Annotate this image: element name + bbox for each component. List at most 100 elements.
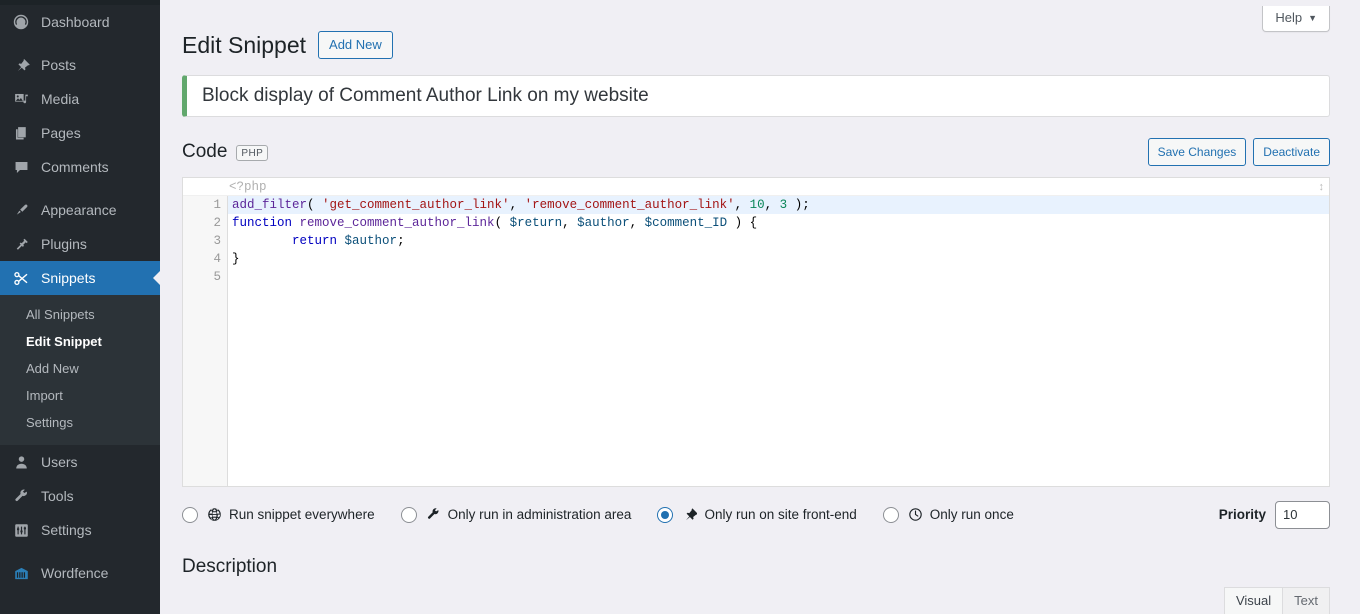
sidebar-item-label: Comments [41, 159, 109, 175]
submenu-item-all-snippets[interactable]: All Snippets [0, 301, 160, 328]
scope-options-row: Run snippet everywhere Only run in admin… [182, 500, 1330, 530]
sidebar-item-comments[interactable]: Comments [0, 150, 160, 184]
help-label: Help [1275, 10, 1303, 25]
sidebar-menu: Dashboard Posts Media Pages Comments App… [0, 0, 160, 590]
priority-label: Priority [1218, 507, 1266, 523]
priority-field-group: Priority [1218, 500, 1330, 529]
sidebar-item-users[interactable]: Users [0, 445, 160, 479]
code-editor[interactable]: <?php ↕ 1 2 3 4 5 add_filter( 'get_comme… [182, 176, 1330, 487]
description-editor-tabs: Visual Text [1223, 587, 1330, 614]
media-icon [11, 89, 31, 109]
scope-label: Only run on site front-end [704, 507, 857, 523]
save-changes-button[interactable]: Save Changes [1147, 137, 1247, 166]
line-number: 1 [213, 197, 221, 212]
help-button[interactable]: Help ▼ [1262, 6, 1330, 32]
sidebar-item-settings[interactable]: Settings [0, 513, 160, 547]
dashboard-icon [11, 12, 31, 32]
scope-option-frontend[interactable]: Only run on site front-end [657, 506, 857, 523]
code-label: Code [182, 141, 228, 163]
submenu-item-add-new[interactable]: Add New [0, 355, 160, 382]
settings-icon [11, 520, 31, 540]
sidebar-item-label: Posts [41, 57, 77, 73]
sidebar-item-label: Media [41, 91, 80, 107]
sidebar-item-label: Tools [41, 488, 74, 504]
code-line: return $author; [292, 233, 405, 248]
pages-icon [11, 123, 31, 143]
description-label: Description [182, 555, 278, 577]
snippet-title-input[interactable] [182, 74, 1330, 117]
sidebar-item-posts[interactable]: Posts [0, 48, 160, 82]
main-content: Help ▼ Edit Snippet Add New Code PHP Sav… [160, 0, 1360, 614]
submenu-item-edit-snippet[interactable]: Edit Snippet [0, 328, 160, 355]
php-open-tag: <?php [183, 178, 1329, 196]
line-number: 3 [213, 233, 221, 248]
tab-text[interactable]: Text [1282, 587, 1330, 614]
scope-label: Only run once [929, 507, 1014, 523]
line-number: 4 [213, 251, 221, 266]
brush-icon [11, 200, 31, 220]
code-text-area[interactable]: add_filter( 'get_comment_author_link', '… [228, 195, 1329, 486]
scope-label: Run snippet everywhere [229, 507, 375, 523]
help-tab-container: Help ▼ [1262, 6, 1330, 32]
snippet-title-field-wrap [182, 74, 1330, 117]
sidebar-item-label: Settings [41, 522, 92, 538]
sidebar-item-label: Appearance [41, 202, 117, 218]
sidebar-item-pages[interactable]: Pages [0, 116, 160, 150]
code-line: add_filter( 'get_comment_author_link', '… [228, 195, 1329, 214]
language-badge: PHP [236, 144, 269, 161]
add-new-button[interactable]: Add New [318, 31, 393, 60]
plug-icon [11, 234, 31, 254]
sidebar-item-label: Dashboard [41, 14, 110, 30]
comments-icon [11, 157, 31, 177]
code-line: function remove_comment_author_link( $re… [232, 215, 758, 230]
code-actions: Save Changes Deactivate [1147, 137, 1330, 166]
line-number: 5 [213, 269, 221, 284]
admin-page: Dashboard Posts Media Pages Comments App… [0, 0, 1360, 614]
page-header: Edit Snippet Add New [182, 0, 1330, 65]
pin-icon [11, 55, 31, 75]
page-title: Edit Snippet [182, 32, 307, 58]
sidebar-item-tools[interactable]: Tools [0, 479, 160, 513]
clock-icon [908, 507, 923, 522]
wrench-icon [426, 507, 441, 522]
radio-once[interactable] [882, 506, 899, 523]
code-section-header: Code PHP Save Changes Deactivate [182, 137, 1330, 167]
users-icon [11, 452, 31, 472]
radio-admin[interactable] [400, 506, 417, 523]
scope-option-everywhere[interactable]: Run snippet everywhere [182, 506, 375, 523]
priority-input[interactable] [1275, 500, 1330, 529]
sidebar-item-wordfence[interactable]: Wordfence [0, 556, 160, 590]
scope-label: Only run in administration area [447, 507, 632, 523]
sidebar-separator [0, 39, 160, 48]
wordfence-icon [11, 563, 31, 583]
sidebar-item-appearance[interactable]: Appearance [0, 193, 160, 227]
globe-icon [207, 507, 222, 522]
sidebar-item-label: Pages [41, 125, 81, 141]
submenu-item-settings[interactable]: Settings [0, 409, 160, 436]
sidebar-item-label: Users [41, 454, 78, 470]
tab-visual[interactable]: Visual [1223, 587, 1284, 614]
sidebar-separator [0, 184, 160, 193]
snippets-submenu: All Snippets Edit Snippet Add New Import… [0, 295, 160, 445]
sidebar-item-label: Wordfence [41, 565, 109, 581]
code-line: } [232, 251, 240, 266]
wrench-icon [11, 486, 31, 506]
sidebar-item-dashboard[interactable]: Dashboard [0, 5, 160, 39]
sidebar-item-media[interactable]: Media [0, 82, 160, 116]
chevron-down-icon: ▼ [1308, 12, 1317, 23]
sidebar-item-plugins[interactable]: Plugins [0, 227, 160, 261]
admin-sidebar: Dashboard Posts Media Pages Comments App… [0, 0, 160, 614]
scope-option-admin[interactable]: Only run in administration area [400, 506, 632, 523]
sidebar-item-label: Snippets [41, 270, 96, 286]
deactivate-button[interactable]: Deactivate [1253, 137, 1330, 166]
scope-option-once[interactable]: Only run once [882, 506, 1014, 523]
line-number: 2 [213, 215, 221, 230]
submenu-item-import[interactable]: Import [0, 382, 160, 409]
radio-frontend[interactable] [657, 506, 674, 523]
sidebar-item-label: Plugins [41, 236, 87, 252]
sidebar-item-snippets[interactable]: Snippets [0, 261, 160, 295]
editor-scrollbar-handle[interactable]: ↕ [1319, 181, 1325, 193]
radio-everywhere[interactable] [182, 506, 198, 523]
scissors-icon [11, 268, 31, 288]
